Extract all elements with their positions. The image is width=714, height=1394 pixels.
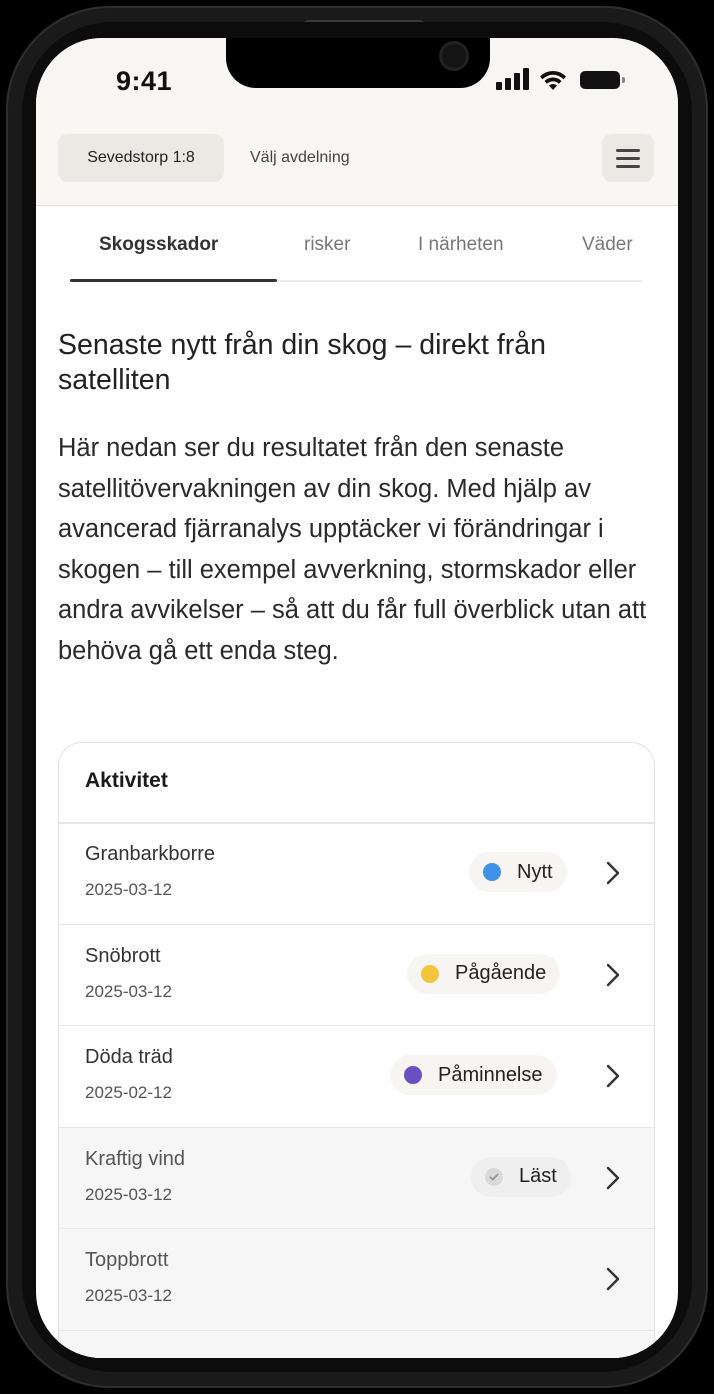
activity-item-title: Döda träd [85,1046,173,1068]
page-heading: Senaste nytt från din skog – direkt från… [58,329,546,396]
app-screen: 9:41 Sevedstorp 1:8 Välj avdelning Skogs… [36,38,678,1358]
activity-row-granbarkborre[interactable]: Granbarkborre 2025-03-12 Nytt [59,823,654,925]
hamburger-menu-icon [616,149,640,152]
activity-item-title: Snöbrott [85,944,161,967]
status-badge-label: Pågående [455,962,547,984]
status-badge-new: Nytt [469,852,567,892]
active-tab-indicator [70,279,277,282]
chevron-right-icon [606,861,620,885]
activity-item-date: 2025-03-12 [85,1286,172,1305]
activity-row-partial[interactable] [59,1330,654,1358]
activity-title: Aktivitet [85,769,168,792]
tab-vader[interactable]: Väder [582,234,633,268]
select-department-link[interactable]: Välj avdelning [250,134,350,182]
activity-item-title: Granbarkborre [85,843,216,865]
status-badge-label: Läst [519,1165,557,1187]
battery-icon [580,71,625,89]
tab-bar: Skogsskador risker I närheten Väder [36,234,678,288]
menu-button[interactable] [602,134,654,182]
status-badge-label: Nytt [517,860,553,883]
activity-row-toppbrott[interactable]: Toppbrott 2025-03-12 [59,1229,654,1331]
status-badge-reminder: Påminnelse [390,1055,557,1095]
status-dot-icon [421,964,439,983]
status-time: 9:41 [116,66,173,96]
property-selector-button[interactable]: Sevedstorp 1:8 [58,134,224,182]
activity-item-date: 2025-03-12 [85,1184,172,1204]
activity-item-date: 2025-02-12 [85,1083,172,1102]
phone-notch [226,38,490,88]
status-dot-icon [404,1066,422,1084]
tab-skogsskador[interactable]: Skogsskador [99,234,218,268]
activity-row-snobrott[interactable]: Snöbrott 2025-03-12 Pågående [59,925,654,1026]
chevron-right-icon [606,1064,620,1088]
activity-item-title: Toppbrott [85,1249,169,1271]
chevron-right-icon [606,963,620,986]
intro-text: Här nedan ser du resultatet från den sen… [58,434,647,665]
activity-item-date: 2025-03-12 [85,981,172,1001]
check-icon [485,1167,503,1186]
tab-risker[interactable]: risker [304,234,350,268]
chevron-right-icon [606,1166,620,1189]
status-badge-ongoing: Pågående [407,953,561,994]
activity-card: Aktivitet Granbarkborre 2025-03-12 Nytt … [58,742,655,1358]
signal-icon [496,68,530,92]
status-badge-label: Påminnelse [438,1063,543,1086]
status-badge-read: Läst [471,1156,571,1197]
wifi-icon [540,70,566,90]
chevron-right-icon [606,1267,620,1291]
camera-icon [439,41,469,71]
activity-row-doda-trad[interactable]: Döda träd 2025-02-12 Påminnelse [59,1026,654,1128]
activity-item-title: Kraftig vind [85,1147,186,1170]
tab-i-narheten[interactable]: I närheten [418,234,504,268]
activity-item-date: 2025-03-12 [85,880,172,899]
app-header: 9:41 Sevedstorp 1:8 Välj avdelning [36,38,678,206]
activity-row-kraftig-vind[interactable]: Kraftig vind 2025-03-12 Läst [59,1127,654,1229]
status-dot-icon [483,863,501,881]
